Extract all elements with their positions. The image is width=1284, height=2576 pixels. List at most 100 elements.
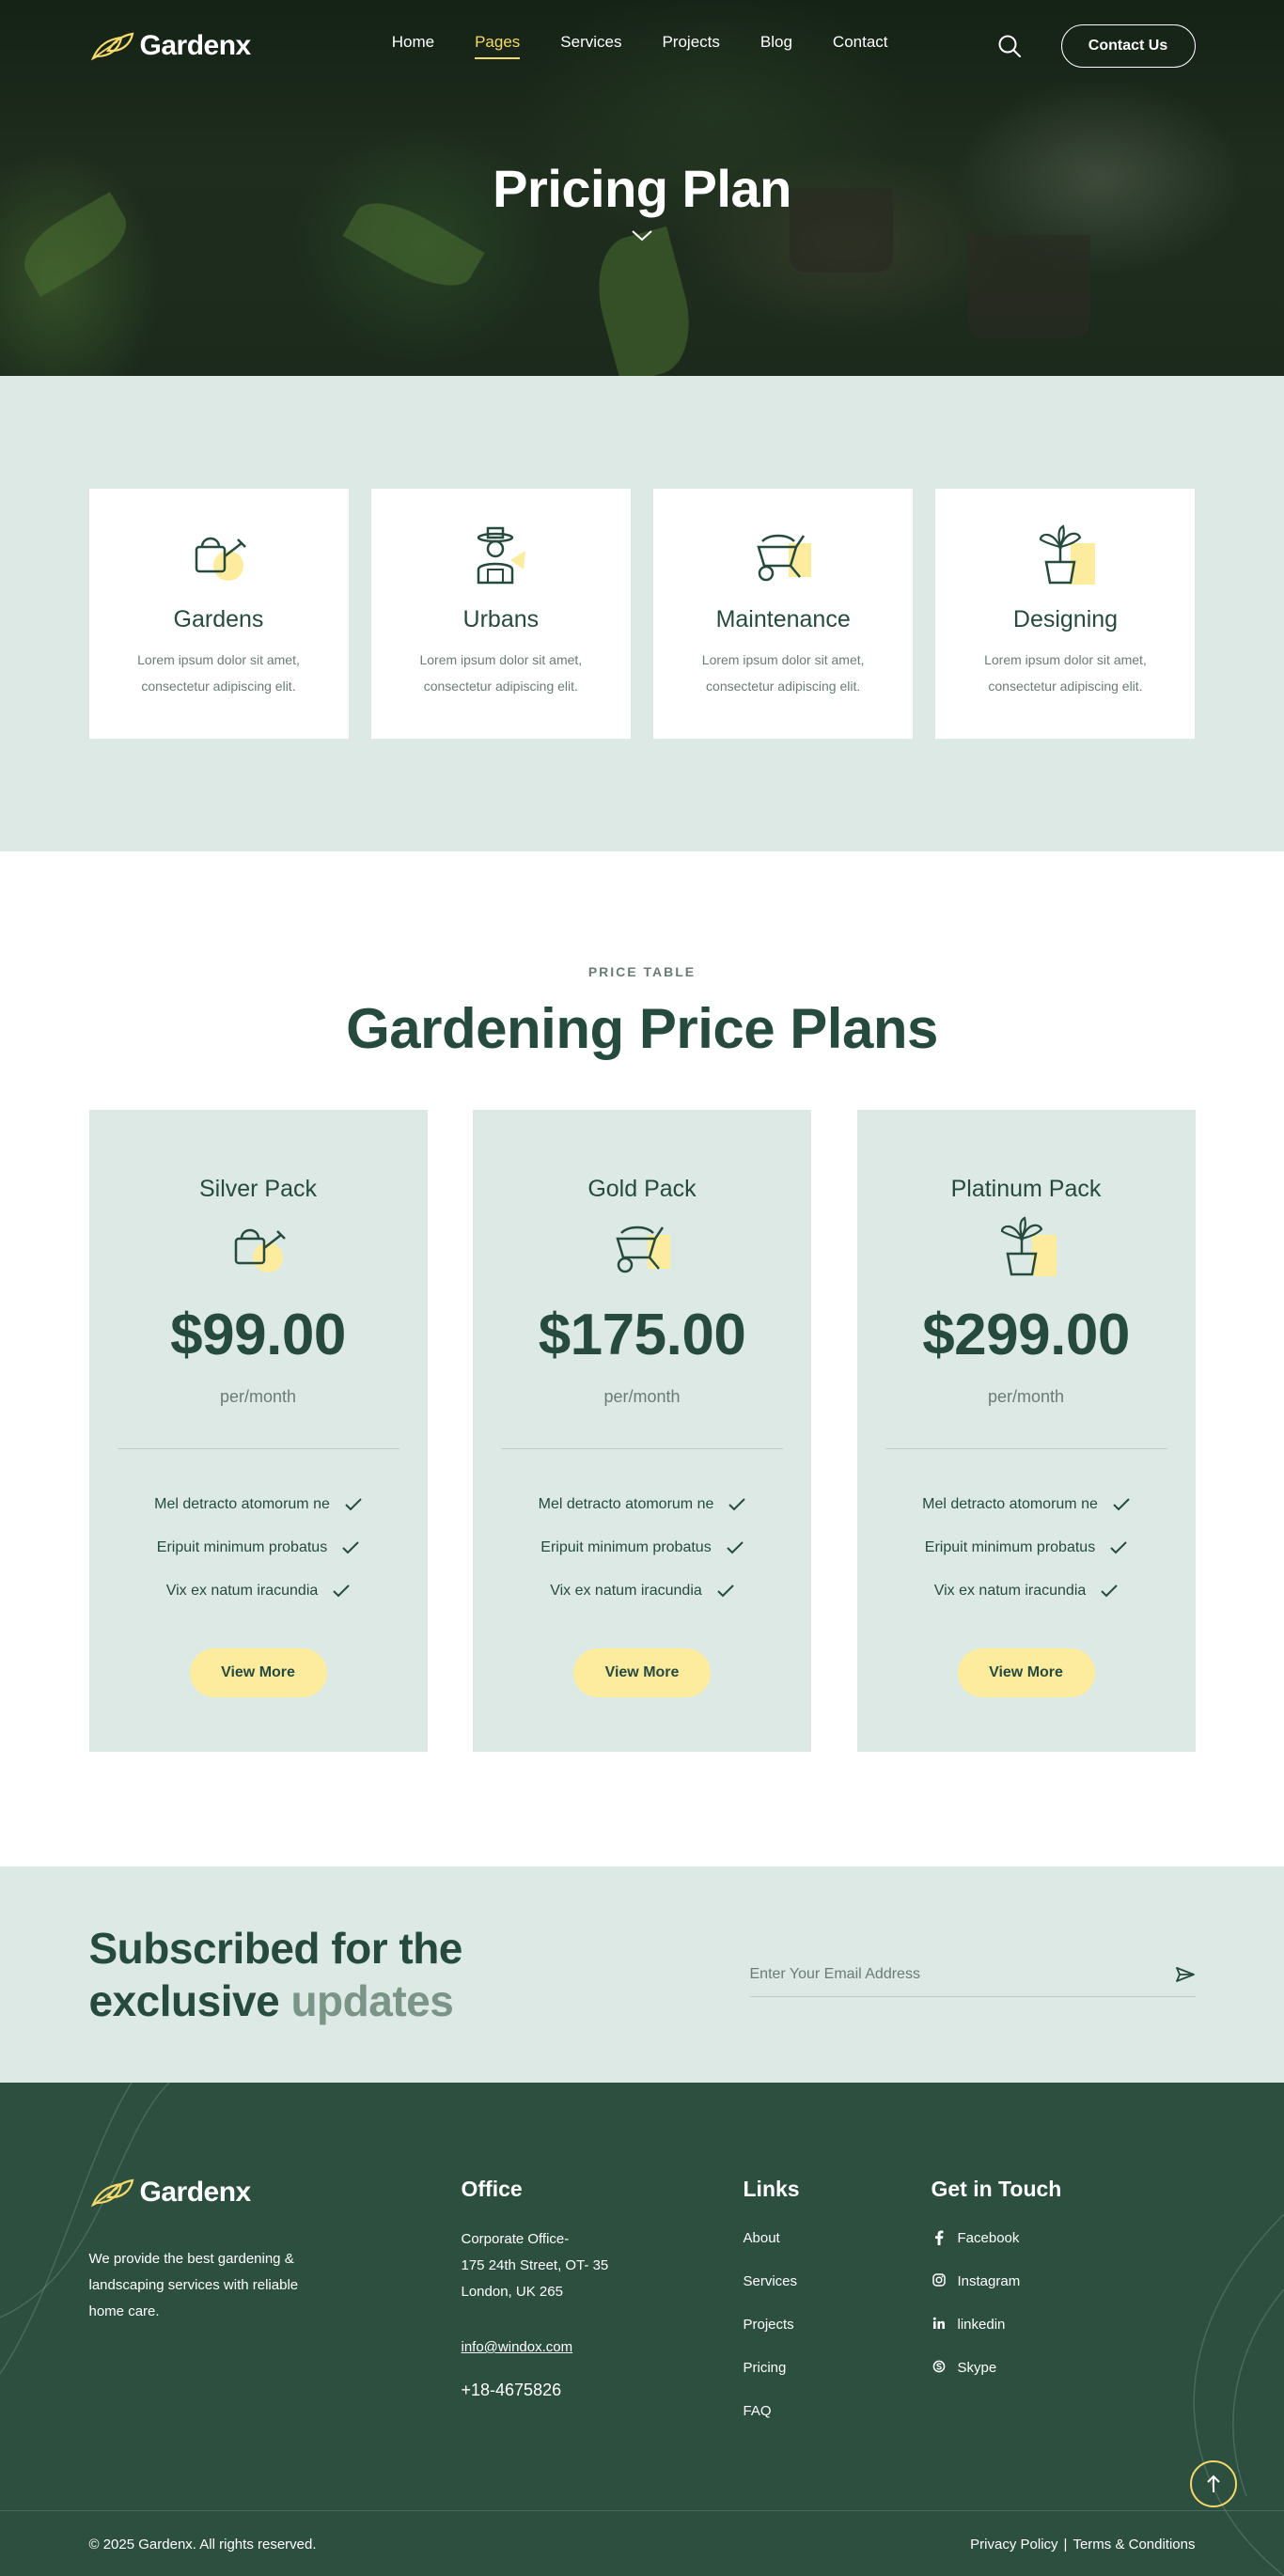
social-label: Instagram [957,2273,1021,2289]
feature-label: Vix ex natum iracundia [165,1583,319,1599]
wheelbarrow-icon [757,534,812,582]
terms-link[interactable]: Terms & Conditions [1073,2537,1195,2553]
nav-item-contact[interactable]: Contact [833,33,888,59]
office-line: 175 24th Street, OT- 35 [461,2257,609,2273]
plan-feature: Eripuit minimum probatus [473,1526,811,1569]
privacy-policy-link[interactable]: Privacy Policy [970,2537,1057,2553]
plan-feature: Mel detracto atomorum ne [857,1483,1196,1526]
main-nav: Gardenx Home Pages Services Projects Blo… [89,0,1196,92]
legal-links: Privacy Policy | Terms & Conditions [970,2537,1195,2553]
service-title: Maintenance [715,606,851,632]
section-title: Gardening Price Plans [346,997,938,1060]
social-label: linkedin [957,2317,1006,2333]
check-icon [1110,1541,1127,1554]
plan-feature: Vix ex natum iracundia [473,1569,811,1613]
social-link-facebook[interactable]: Facebook [932,2230,1167,2273]
check-icon [342,1541,359,1554]
chevron-down-icon[interactable] [630,228,654,243]
nav-menu: Home Pages Services Projects Blog Contac… [392,33,929,59]
service-card-gardens[interactable]: Gardens Lorem ipsum dolor sit amet, cons… [88,489,349,739]
watering-can-icon [195,537,246,581]
footer-link-projects[interactable]: Projects [744,2317,932,2360]
hero-section: Gardenx Home Pages Services Projects Blo… [0,0,1284,376]
plan-card-silver: Silver Pack $99.00 per/month Mel detract… [88,1110,428,1752]
leaf-logo-icon [90,2178,133,2208]
plan-name: Gold Pack [587,1176,697,1202]
check-icon [728,1498,746,1511]
footer: Gardenx We provide the best gardening & … [0,2083,1284,2576]
footer-description: We provide the best gardening & landscap… [88,2251,299,2319]
footer-links: About Services Projects Pricing FAQ [744,2230,932,2446]
feature-label: Eripuit minimum probatus [156,1539,328,1555]
social-link-instagram[interactable]: Instagram [932,2273,1167,2317]
plan-feature: Vix ex natum iracundia [857,1569,1196,1613]
footer-link-services[interactable]: Services [744,2273,932,2317]
feature-label: Mel detracto atomorum ne [154,1496,330,1512]
service-desc: Lorem ipsum dolor sit amet, consectetur … [701,652,865,694]
plan-name: Platinum Pack [950,1176,1102,1202]
plan-period: per/month [987,1387,1065,1406]
subscribe-title-word: exclusive [88,1976,280,2025]
email-field[interactable] [749,1965,1175,1983]
social-link-skype[interactable]: Skype [932,2360,1167,2403]
plan-feature: Vix ex natum iracundia [89,1569,428,1613]
view-more-button[interactable]: View More [573,1648,711,1697]
social-links: Facebook Instagram linkedin Skype [932,2230,1167,2403]
feature-label: Vix ex natum iracundia [550,1583,702,1599]
service-title: Gardens [173,606,264,632]
office-heading: Office [461,2177,523,2201]
subscribe-title: Subscribed for the exclusive updates [88,1922,463,2027]
office-phone: +18-4675826 [461,2381,562,2399]
footer-bottom-bar: © 2025 Gardenx. All rights reserved. Pri… [0,2510,1284,2576]
plan-feature: Mel detracto atomorum ne [473,1483,811,1526]
subscribe-form [749,1952,1196,1997]
plan-feature: Eripuit minimum probatus [857,1526,1196,1569]
footer-link-faq[interactable]: FAQ [744,2403,932,2446]
view-more-button[interactable]: View More [957,1648,1095,1697]
back-to-top-button[interactable] [1190,2460,1237,2507]
gardener-icon [477,526,525,585]
service-card-urbans[interactable]: Urbans Lorem ipsum dolor sit amet, conse… [370,489,631,739]
plan-price: $175.00 [538,1303,746,1367]
nav-item-services[interactable]: Services [560,33,621,59]
check-icon [726,1541,744,1554]
service-card-maintenance[interactable]: Maintenance Lorem ipsum dolor sit amet, … [653,489,914,739]
contact-us-button[interactable]: Contact Us [1060,24,1196,68]
office-address: Corporate Office- 175 24th Street, OT- 3… [462,2226,744,2305]
potted-plant-icon [1040,524,1096,585]
brand-name: Gardenx [139,30,252,61]
plan-name: Silver Pack [198,1176,318,1202]
plan-list: Silver Pack $99.00 per/month Mel detract… [88,1110,1196,1752]
check-icon [333,1585,350,1598]
potted-plant-icon [1000,1216,1057,1276]
nav-item-pages[interactable]: Pages [475,33,521,59]
nav-item-home[interactable]: Home [392,33,434,59]
footer-link-about[interactable]: About [744,2230,932,2273]
feature-label: Mel detracto atomorum ne [538,1496,714,1512]
divider [885,1448,1167,1449]
footer-link-pricing[interactable]: Pricing [744,2360,932,2403]
office-email-link[interactable]: info@windox.com [462,2339,573,2355]
view-more-button[interactable]: View More [189,1648,327,1697]
footer-logo[interactable]: Gardenx [89,2177,462,2209]
nav-item-blog[interactable]: Blog [760,33,792,59]
search-button[interactable] [995,32,1024,60]
service-title: Designing [1012,606,1119,632]
send-icon[interactable] [1175,1964,1196,1985]
subscribe-title-highlight: updates [290,1976,454,2025]
office-line: Corporate Office- [461,2231,570,2247]
social-label: Facebook [957,2230,1020,2246]
social-link-linkedin[interactable]: linkedin [932,2317,1167,2360]
logo[interactable]: Gardenx [89,30,251,62]
instagram-icon [932,2273,947,2287]
divider [501,1448,783,1449]
check-icon [1113,1498,1130,1511]
service-desc: Lorem ipsum dolor sit amet, consectetur … [984,652,1147,694]
plan-price: $299.00 [922,1303,1130,1367]
links-heading: Links [743,2177,800,2201]
nav-item-projects[interactable]: Projects [662,33,719,59]
subscribe-title-line1: Subscribed for the [88,1924,463,1973]
plan-card-platinum: Platinum Pack $299.00 per/month Mel detr… [856,1110,1196,1752]
social-label: Skype [957,2360,997,2376]
service-card-designing[interactable]: Designing Lorem ipsum dolor sit amet, co… [935,489,1196,739]
